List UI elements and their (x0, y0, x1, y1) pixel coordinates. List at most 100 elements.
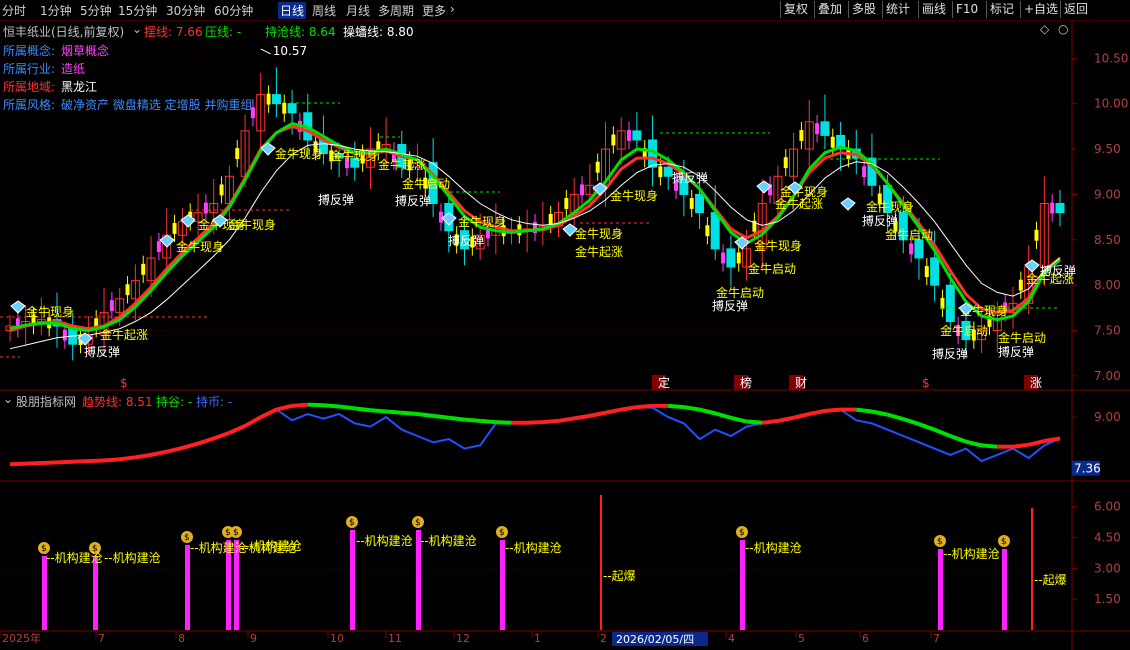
high-label: 10.57 (273, 44, 307, 58)
candle-body (235, 148, 240, 160)
x-tick-label: 11 (388, 632, 402, 645)
trend-segment (542, 418, 559, 425)
candle-body (658, 166, 663, 178)
signal-label: 金牛启动 (402, 176, 450, 191)
trend-segment (495, 420, 512, 425)
trend-segment (448, 415, 465, 422)
candle-body (156, 241, 161, 253)
y-tick-label: 7.50 (1094, 324, 1121, 338)
money-bag-symbol: $ (233, 528, 239, 538)
marker-5: 涨 (1030, 375, 1042, 390)
signal-label: 金牛现身 (275, 146, 323, 161)
signal-label: 金牛启动 (748, 261, 796, 276)
money-bag-symbol: $ (184, 533, 190, 543)
sub-legend-item-2: 持币: - (196, 395, 233, 409)
y-tick-label: 6.00 (1094, 500, 1121, 514)
series-line-blue (9, 406, 1061, 466)
chevron-down-icon: ⌄ (132, 22, 143, 36)
candle-body (611, 134, 616, 146)
trend-segment (558, 416, 575, 423)
trend-segment (72, 459, 89, 464)
trend-segment (259, 407, 278, 419)
bar-mark (93, 556, 98, 630)
candle-body (580, 184, 585, 196)
trend-segment (464, 417, 481, 423)
trend-segment (354, 406, 371, 413)
bar-label: --机构建沧 (104, 550, 161, 565)
info-value-2: 黑龙江 (61, 80, 98, 94)
trend-segment (181, 441, 199, 450)
trend-segment (761, 418, 779, 425)
trend-segment (9, 461, 26, 467)
signal-label: 金牛启动 (998, 330, 1046, 345)
signal-label: 金牛启动 (940, 323, 988, 338)
marker-0: $ (120, 376, 128, 390)
bar-label: --机构建沧 (420, 533, 477, 548)
x-tick-label: 12 (456, 632, 470, 645)
candle-body (287, 103, 297, 114)
money-bag-symbol: $ (1001, 537, 1007, 547)
trend-segment (197, 436, 215, 446)
candle-body (282, 102, 287, 114)
trend-segment (573, 413, 591, 421)
x-tick-label: 4 (728, 632, 735, 645)
candle-body (799, 129, 804, 141)
trend-segment (668, 403, 685, 410)
trend-segment (636, 403, 653, 410)
candle-body (726, 248, 736, 268)
candle-body (945, 284, 955, 322)
sub-legend-item-0: 趋势线: 8.51 (82, 395, 153, 409)
diamond-icon (10, 300, 26, 314)
marker-2: 榜 (740, 375, 752, 390)
bar-mark (350, 530, 355, 630)
bar-label: --机构建沧 (505, 540, 562, 555)
signal-label: 搏反弹 (84, 345, 120, 359)
signal-label: 金牛现身 (754, 238, 802, 253)
sub-legend-item-1: 持谷: - (156, 395, 193, 409)
trend-segment (103, 457, 120, 463)
bar-label: --机构建沧 (943, 546, 1000, 561)
bar-label: --机构建沧 (46, 550, 103, 565)
signal-label: 金牛现身 (228, 217, 276, 232)
trend-segment (620, 405, 638, 412)
candle-body (930, 257, 940, 286)
signal-label: 金牛现身 (26, 304, 74, 319)
x-tick-label: 1 (534, 632, 541, 645)
trend-segment (777, 415, 794, 423)
bar-label: --机构建沧 (245, 538, 302, 553)
current-value: 7.36 (1074, 462, 1101, 476)
candle-body (721, 252, 726, 264)
signal-label: 金牛现身 (610, 188, 658, 203)
candle-body (62, 329, 67, 341)
trend-segment (824, 407, 841, 413)
trend-segment (683, 405, 700, 412)
candle-body (219, 184, 224, 196)
trend-segment (1028, 439, 1045, 447)
x-tick-label: 6 (862, 632, 869, 645)
diamond-icon (1024, 259, 1040, 273)
money-bag-symbol: $ (415, 518, 421, 528)
x-tick-label: 2025年 (2, 631, 41, 645)
bar-label: --起爆 (603, 569, 636, 583)
trend-segment (401, 410, 418, 416)
y-tick-label: 4.50 (1094, 531, 1121, 545)
money-bag-symbol: $ (225, 528, 231, 538)
signal-label: 金牛现身 (575, 226, 623, 241)
diamond-icon (180, 214, 196, 228)
trend-segment (808, 408, 826, 416)
bar-mark (938, 549, 943, 630)
trend-segment (793, 412, 810, 420)
trend-segment (291, 402, 308, 408)
trend-segment (244, 415, 262, 428)
y-tick-label: 9.00 (1094, 410, 1121, 424)
signal-label: 金牛起涨 (100, 327, 148, 342)
candle-body (141, 263, 146, 275)
trend-segment (605, 407, 622, 415)
signal-label: 搏反弹 (318, 193, 354, 207)
candle-body (783, 157, 788, 169)
candle-body (1055, 203, 1065, 214)
trend-segment (338, 404, 356, 411)
x-tick-label: 7 (933, 632, 940, 645)
candle-body (705, 225, 710, 237)
trend-segment (965, 439, 983, 448)
